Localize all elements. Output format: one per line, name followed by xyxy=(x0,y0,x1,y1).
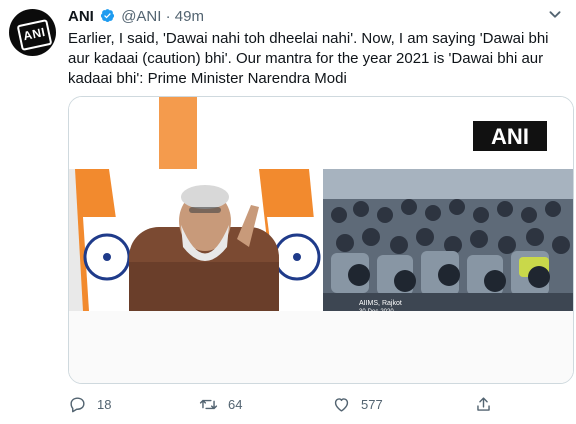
reply-icon xyxy=(70,396,85,412)
retweet-icon xyxy=(199,399,218,409)
share-icon xyxy=(477,396,490,411)
tweet[interactable]: ANI ANI @ANI · 49m Earlier, I said, 'Daw… xyxy=(0,0,576,424)
tweet-actions: 18 64 577 xyxy=(68,392,568,416)
more-options-icon[interactable] xyxy=(544,3,566,25)
separator-dot: · xyxy=(165,8,171,25)
reply-button[interactable]: 18 xyxy=(68,392,111,416)
video-frame: ANI AIIMS, Rajkot xyxy=(69,97,573,383)
tweet-media[interactable]: ANI AIIMS, Rajkot xyxy=(68,96,574,384)
retweet-button[interactable]: 64 xyxy=(199,392,242,416)
avatar-logo-frame: ANI xyxy=(16,19,53,51)
verified-badge-icon xyxy=(100,9,115,23)
timestamp[interactable]: 49m xyxy=(175,8,204,25)
retweet-count: 64 xyxy=(228,396,243,412)
like-button[interactable]: 577 xyxy=(332,392,383,416)
like-count: 577 xyxy=(361,396,383,412)
video-caption-location: AIIMS, Rajkot xyxy=(359,300,402,307)
ani-watermark: ANI xyxy=(491,124,529,149)
author-handle[interactable]: @ANI xyxy=(121,8,161,25)
tweet-header: ANI @ANI · 49m xyxy=(68,7,204,27)
reply-count: 18 xyxy=(97,396,112,412)
author-name[interactable]: ANI xyxy=(68,8,94,25)
tweet-text: Earlier, I said, 'Dawai nahi toh dheelai… xyxy=(68,30,549,87)
avatar[interactable]: ANI xyxy=(9,9,56,56)
avatar-logo-text: ANI xyxy=(21,24,47,44)
share-button[interactable] xyxy=(474,392,493,416)
like-icon xyxy=(334,397,349,412)
